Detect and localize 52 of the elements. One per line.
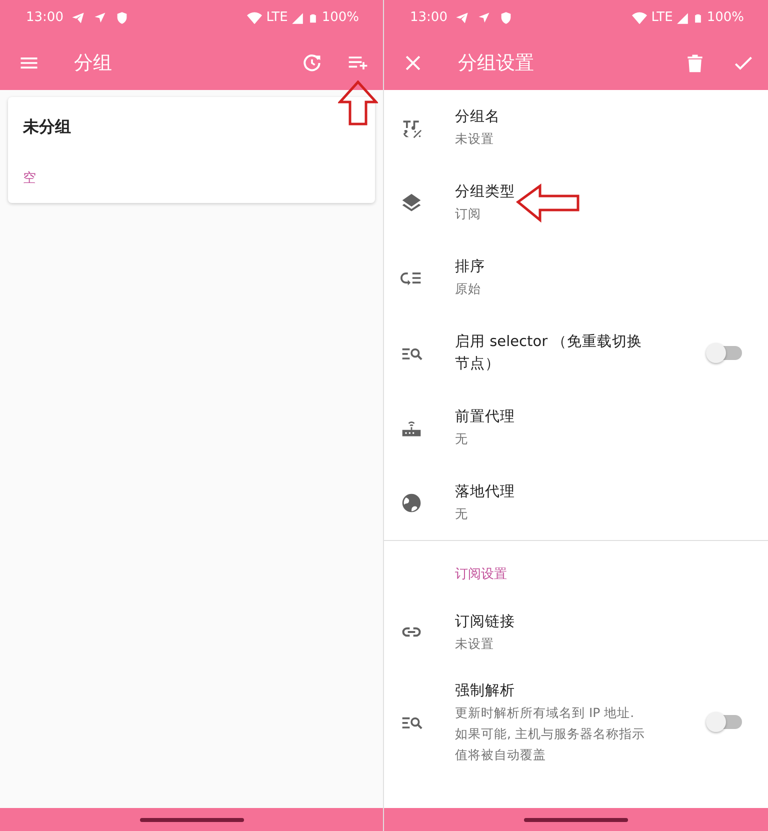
wifi-icon <box>632 10 648 26</box>
location-arrow-icon <box>93 11 108 25</box>
screen-title: 分组 <box>74 50 113 76</box>
setting-title: 订阅链接 <box>455 612 516 632</box>
setting-title: 分组名 <box>455 108 501 127</box>
setting-row[interactable]: 订阅链接 未设置 <box>384 594 768 670</box>
clock-time: 13:00 <box>410 9 448 28</box>
battery-level: 100% <box>322 9 359 28</box>
setting-row[interactable]: 强制解析 更新时解析所有域名到 IP 地址. 如果可能, 主机与服务器名称指示值将被自动覆盖 <box>384 670 768 774</box>
setting-title: 排序 <box>455 258 486 277</box>
setting-title: 落地代理 <box>455 483 516 502</box>
setting-summary: 订阅 <box>455 205 482 223</box>
location-arrow-icon <box>477 11 492 25</box>
setting-summary: 更新时解析所有域名到 IP 地址. 如果可能, 主机与服务器名称指示值将被自动覆盖 <box>455 704 646 764</box>
group-card[interactable]: 未分组 空 <box>8 97 375 202</box>
setting-summary: 原始 <box>455 280 482 298</box>
setting-title: 强制解析 <box>455 682 516 700</box>
setting-row[interactable]: 落地代理 无 <box>384 465 768 540</box>
setting-title: 启用 selector （免重载切换节点） <box>455 332 644 374</box>
toggle-switch[interactable] <box>708 346 742 360</box>
setting-summary: 无 <box>455 505 469 523</box>
send-icon <box>455 11 470 25</box>
globe-icon <box>400 492 423 514</box>
setting-summary: 无 <box>455 430 469 448</box>
home-handle[interactable] <box>140 818 244 822</box>
network-type: LTE <box>266 9 288 28</box>
signal-icon <box>676 12 689 24</box>
shield-icon <box>499 11 514 25</box>
setting-summary: 未设置 <box>455 130 495 148</box>
send-icon <box>71 11 86 25</box>
setting-row[interactable]: 分组类型 订阅 <box>384 165 768 240</box>
section-header: 订阅设置 <box>454 566 508 584</box>
setting-row[interactable]: 前置代理 无 <box>384 390 768 465</box>
wifi-icon <box>247 10 262 26</box>
signal-icon <box>290 12 304 24</box>
refresh-clock-icon[interactable] <box>301 52 323 74</box>
layers-icon <box>400 192 423 214</box>
setting-row[interactable]: 启用 selector （免重载切换节点） <box>384 315 768 390</box>
battery-level: 100% <box>706 9 744 28</box>
setting-row[interactable]: 排序 原始 <box>384 240 768 315</box>
screen-title: 分组设置 <box>458 50 535 76</box>
setting-title: 前置代理 <box>455 408 516 427</box>
toggle-switch[interactable] <box>708 715 742 729</box>
network-type: LTE <box>651 9 673 28</box>
setting-title: 分组类型 <box>455 183 516 202</box>
home-handle[interactable] <box>524 818 628 822</box>
group-status: 空 <box>23 170 37 188</box>
shield-icon <box>115 11 130 25</box>
setting-row[interactable]: 分组名 未设置 <box>384 90 768 165</box>
group-name: 未分组 <box>23 116 72 138</box>
setting-summary: 未设置 <box>455 634 495 652</box>
clock-time: 13:00 <box>26 9 64 28</box>
